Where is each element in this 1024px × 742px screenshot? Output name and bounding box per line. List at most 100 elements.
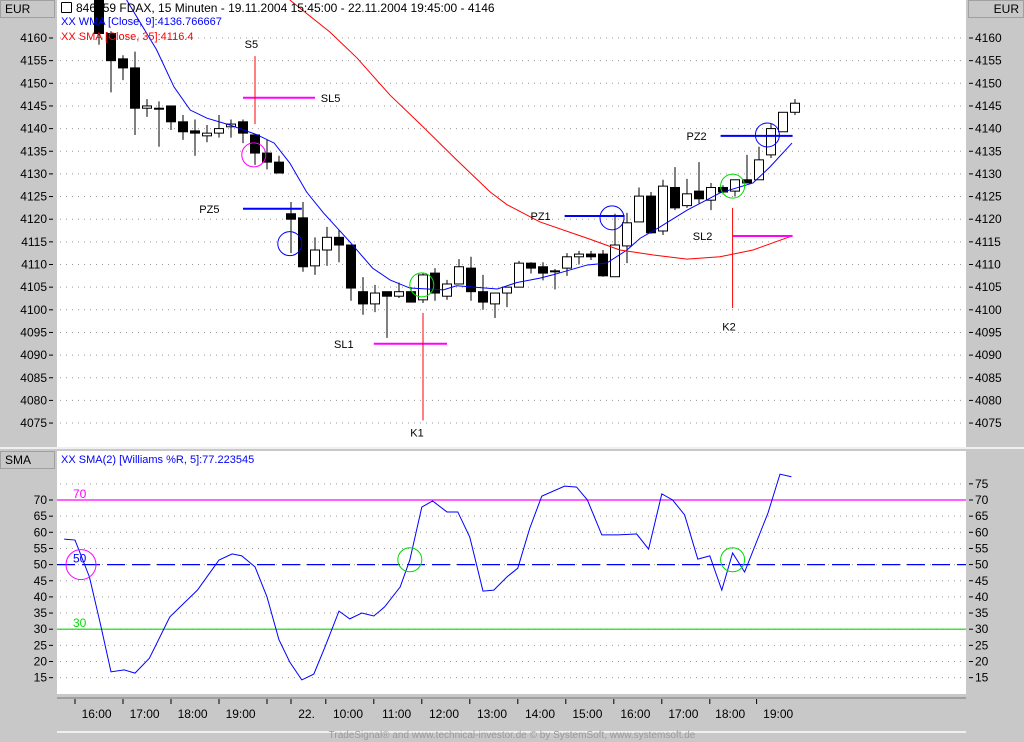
time-label: 18:00 <box>715 707 745 721</box>
price-tick-label-right: 4150 <box>975 76 1002 90</box>
williams-legend: XX SMA(2) [Williams %R, 5]:77.223545 <box>61 454 255 466</box>
candle-up <box>550 270 560 273</box>
candle-up <box>778 111 788 133</box>
candle-up <box>214 128 224 134</box>
crosshair-icon <box>61 2 72 13</box>
candle-down <box>346 244 356 289</box>
williams-r-line <box>64 473 792 681</box>
chart-svg: 4160 4160 4155 4155 4150 4150 4145 4145 4140 4140… <box>20 0 1002 721</box>
candle-up <box>454 266 464 285</box>
time-label: 17:00 <box>130 707 160 721</box>
indicator-tick-label-right: 50 <box>975 558 989 572</box>
price-tick-label-left: 4090 <box>20 348 47 362</box>
candle-up <box>562 256 572 269</box>
footer-copyright: TradeSignal® and www.technical-investor.… <box>328 730 696 741</box>
indicator-tick-label-right: 70 <box>975 493 989 507</box>
candle-down <box>478 291 488 303</box>
price-tick-label-right: 4115 <box>975 235 1001 249</box>
indicator-tick-label-left: 65 <box>34 509 48 523</box>
candle-up <box>682 193 692 207</box>
price-tick-label-right: 4090 <box>975 348 1002 362</box>
time-label: 10:00 <box>333 707 363 721</box>
level-label-pz5: PZ5 <box>199 204 219 216</box>
candle-down <box>538 266 548 274</box>
time-label: 16:00 <box>82 707 112 721</box>
level-label-sl5: SL5 <box>321 93 341 105</box>
price-tick-label-left: 4100 <box>20 303 47 317</box>
level-label-pz1: PZ1 <box>531 211 551 223</box>
indicator-tick-label-right: 75 <box>975 477 989 491</box>
candle-up <box>310 249 320 267</box>
price-tick-label-right: 4120 <box>975 212 1002 226</box>
candle-down <box>166 105 176 123</box>
time-label: 12:00 <box>429 707 459 721</box>
candle-up <box>370 292 380 305</box>
candle-down <box>334 236 344 246</box>
indicator-tick-label-right: 45 <box>975 574 989 588</box>
price-tick-label-right: 4130 <box>975 167 1002 181</box>
price-tick-label-left: 4125 <box>20 190 47 204</box>
time-label: 14:00 <box>525 707 555 721</box>
candle-down <box>358 291 368 305</box>
candle-down <box>694 190 704 200</box>
price-tick-label-left: 4150 <box>20 76 47 90</box>
price-tick-label-left: 4105 <box>20 280 47 294</box>
price-tick-label-left: 4075 <box>20 416 47 430</box>
price-tick-label-left: 4095 <box>20 325 47 339</box>
indicator-tick-label-left: 60 <box>34 525 48 539</box>
price-tick-label-right: 4080 <box>975 393 1002 407</box>
time-label: 19:00 <box>763 707 793 721</box>
level-label-sl1: SL1 <box>334 339 354 351</box>
candle-down <box>118 58 128 69</box>
time-label: 19:00 <box>226 707 256 721</box>
time-label: 15:00 <box>572 707 602 721</box>
candle-up <box>766 128 776 156</box>
time-label: 22. <box>298 707 315 721</box>
price-tick-label-left: 4080 <box>20 393 47 407</box>
indicator-tick-label-right: 60 <box>975 525 989 539</box>
wma-line <box>126 0 793 291</box>
indicator-tick-label-right: 20 <box>975 655 989 669</box>
candle-up <box>514 262 524 288</box>
candle-up <box>322 236 332 251</box>
candle-down <box>238 121 248 134</box>
candle-down <box>406 291 416 303</box>
signal-label-s5: S5 <box>245 39 258 51</box>
candle-down <box>130 67 140 109</box>
signal-label-k2: K2 <box>722 322 735 334</box>
candle-down <box>382 291 392 297</box>
price-tick-label-right: 4135 <box>975 144 1002 158</box>
price-tick-label-right: 4140 <box>975 122 1002 136</box>
price-tick-label-right: 4085 <box>975 371 1002 385</box>
candle-down <box>286 213 296 220</box>
price-tick-label-right: 4155 <box>975 54 1002 68</box>
candle-down <box>190 130 200 134</box>
candle-down <box>298 217 308 268</box>
price-tick-label-right: 4110 <box>975 258 1001 272</box>
level-label-pz2: PZ2 <box>687 131 707 143</box>
indicator-tick-label-left: 50 <box>34 558 48 572</box>
candle-up <box>622 222 632 247</box>
time-label: 16:00 <box>620 707 650 721</box>
indicator-tick-label-right: 65 <box>975 509 989 523</box>
price-tick-label-left: 4110 <box>21 258 47 272</box>
indicator-tick-label-left: 70 <box>34 493 48 507</box>
indicator-tick-label-right: 30 <box>975 622 989 636</box>
price-tick-label-right: 4095 <box>975 325 1002 339</box>
price-tick-label-left: 4145 <box>20 99 47 113</box>
indicator-tick-label-right: 25 <box>975 638 989 652</box>
time-label: 18:00 <box>178 707 208 721</box>
indicator-tick-label-left: 15 <box>34 671 48 685</box>
price-tick-label-left: 4085 <box>20 371 47 385</box>
candle-up <box>706 186 716 201</box>
price-tick-label-right: 4125 <box>975 190 1002 204</box>
level-70-label: 70 <box>73 487 87 501</box>
marker-circle <box>599 205 625 231</box>
indicator-tick-label-right: 55 <box>975 541 989 555</box>
candle-up <box>394 291 404 297</box>
indicator-tick-label-left: 35 <box>34 606 48 620</box>
candle-up <box>574 253 584 258</box>
price-tick-label-left: 4155 <box>20 54 47 68</box>
chart-title: 846959 FDAX, 15 Minuten - 19.11.2004 15:… <box>61 1 495 15</box>
sma-legend: XX SMA [Close, 35]:4116.4 <box>61 31 194 43</box>
